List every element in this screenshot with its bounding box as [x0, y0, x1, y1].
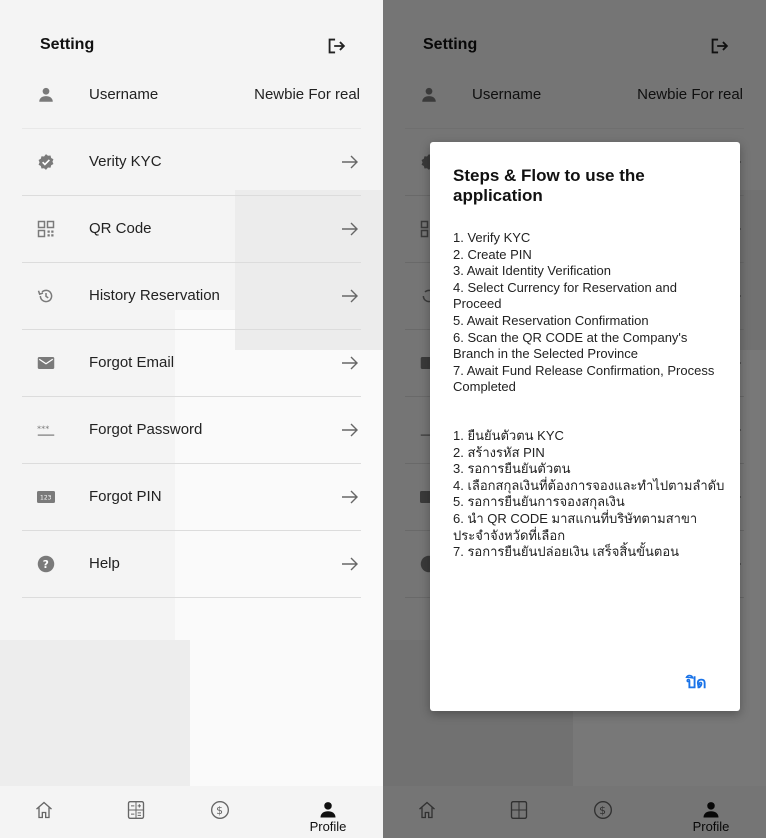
settings-row-label: Forgot Email [89, 354, 175, 371]
arrow-right-icon [342, 490, 358, 504]
settings-row-label: QR Code [89, 220, 152, 237]
step-item: 1. Verify KYC [453, 230, 531, 245]
step-item: 4. เลือกสกุลเงินที่ต้องการจองและทำไปตามล… [453, 477, 725, 493]
step-item: 6. นำ QR CODE มาสแกนที่บริษัทตามสาขาประจ… [453, 510, 698, 543]
settings-row-history-reservation[interactable]: History Reservation [22, 263, 361, 330]
arrow-right-icon [342, 423, 358, 437]
svg-text:***: *** [37, 424, 49, 434]
arrow-right-icon [342, 155, 358, 169]
arrow-right-icon [342, 222, 358, 236]
settings-row-label: Help [89, 555, 120, 572]
verified-badge-icon [38, 154, 54, 170]
nav-item-calculator[interactable] [101, 786, 171, 838]
dollar-coin-icon: $ [211, 801, 229, 819]
settings-row-forgot-email[interactable]: Forgot Email [22, 330, 361, 397]
settings-row-help[interactable]: ? Help [22, 531, 361, 598]
password-dots-icon: *** [37, 424, 55, 436]
svg-text:123: 123 [40, 495, 52, 502]
nav-item-home[interactable] [9, 786, 79, 838]
history-icon [37, 289, 53, 303]
arrow-right-icon [342, 557, 358, 571]
steps-list-en: 1. Verify KYC 2. Create PIN 3. Await Ide… [453, 230, 728, 396]
logout-icon[interactable] [325, 35, 347, 57]
step-item: 1. ยืนยันตัวตน KYC [453, 428, 564, 443]
step-item: 3. Await Identity Verification [453, 263, 612, 279]
person-icon [39, 87, 53, 102]
nav-label-profile: Profile [309, 819, 347, 834]
step-item: 4. Select Currency for Reservation and P… [453, 279, 677, 312]
settings-row-label: Verity KYC [89, 153, 162, 170]
steps-dialog: Steps & Flow to use the application 1. V… [430, 142, 740, 711]
settings-row-forgot-password[interactable]: *** Forgot Password [22, 397, 361, 464]
settings-screen: Setting Username Newbie For real Verity … [0, 0, 383, 838]
arrow-right-icon [342, 289, 358, 303]
settings-row-label: Username [89, 86, 159, 103]
calculator-icon [127, 801, 145, 819]
bottom-nav: $ Profile [0, 786, 383, 838]
step-item: 7. รอการยืนยันปล่อยเงิน เสร็จสิ้นขั้นตอน [453, 544, 680, 560]
close-button[interactable]: ปิด [686, 671, 707, 696]
step-item: 2. Create PIN [453, 246, 532, 262]
settings-row-label: Forgot Password [89, 421, 203, 438]
pin-123-icon: 123 [37, 491, 55, 503]
step-item: 7. Await Fund Release Confirmation, Proc… [453, 362, 715, 395]
qr-code-icon [37, 220, 55, 238]
settings-row-verify-kyc[interactable]: Verity KYC [22, 129, 361, 196]
username-value: Newbie For real [254, 86, 360, 103]
help-icon: ? [37, 555, 55, 573]
step-item: 5. รอการยืนยันการจองสกุลเงิน [453, 494, 625, 510]
dialog-title: Steps & Flow to use the application [453, 166, 645, 205]
step-item: 2. สร้างรหัส PIN [453, 444, 545, 460]
nav-item-profile[interactable]: Profile [293, 786, 363, 838]
arrow-right-icon [342, 356, 358, 370]
home-icon [36, 801, 52, 819]
page-title: Setting [40, 36, 95, 53]
step-item: 3. รอการยืนยันตัวตน [453, 461, 571, 477]
settings-row-label: Forgot PIN [89, 488, 162, 505]
svg-text:?: ? [43, 559, 49, 571]
step-item: 6. Scan the QR CODE at the Company's Bra… [453, 329, 688, 362]
settings-screen-with-dialog: Setting Username Newbie For real Verity … [383, 0, 766, 838]
step-item: 5. Await Reservation Confirmation [453, 312, 649, 328]
app-header: Setting [0, 28, 383, 64]
svg-text:$: $ [216, 804, 223, 817]
nav-item-currency[interactable]: $ [185, 786, 255, 838]
mail-icon [37, 357, 55, 369]
settings-row-forgot-pin[interactable]: 123 Forgot PIN [22, 464, 361, 531]
settings-row-username: Username Newbie For real [22, 62, 361, 129]
settings-content: Setting Username Newbie For real Verity … [0, 0, 383, 838]
settings-row-label: History Reservation [89, 287, 220, 304]
person-icon [320, 802, 336, 818]
settings-row-qr-code[interactable]: QR Code [22, 196, 361, 263]
steps-list-th: 1. ยืนยันตัวตน KYC 2. สร้างรหัส PIN 3. ร… [453, 428, 728, 561]
